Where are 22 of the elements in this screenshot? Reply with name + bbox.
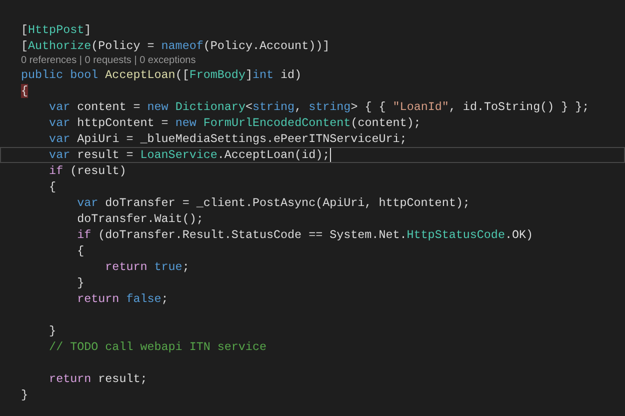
code-line: if (result) — [48, 163, 126, 179]
code-line: doTransfer.Wait(); — [76, 211, 204, 227]
code-line: [HttpPost] — [21, 22, 92, 38]
code-line: { — [48, 179, 56, 195]
code-line: var result = LoanService.AcceptLoan(id); — [48, 147, 330, 163]
code-line: return false; — [76, 291, 168, 307]
code-line: { — [76, 243, 84, 259]
code-line: var content = new Dictionary<string, string> { { "LoanId", id.ToString() } }; — [48, 99, 590, 115]
code-line: } — [48, 323, 56, 339]
code-line: var doTransfer = _client.PostAsync(ApiUri, httpContent); — [76, 195, 470, 211]
code-line: return result; — [48, 371, 148, 387]
code-line: var ApiUri = _blueMediaSettings.ePeerITNServiceUri; — [48, 131, 407, 147]
code-line: // TODO call webapi ITN service — [48, 339, 266, 355]
code-line: public bool AcceptLoan([FromBody]int id) — [21, 67, 302, 83]
code-line: return true; — [104, 259, 190, 275]
code-line: var httpContent = new FormUrlEncodedContent(content); — [48, 115, 421, 131]
code-line: if (doTransfer.Result.StatusCode == System.Net.HttpStatusCode.OK) — [76, 227, 534, 243]
codelens-info: 0 references | 0 requests | 0 exceptions — [21, 54, 196, 67]
text-cursor — [330, 148, 331, 162]
code-line: [Authorize(Policy = nameof(Policy.Account))] — [21, 38, 330, 54]
code-line: } — [21, 387, 28, 403]
code-line: } — [76, 275, 84, 291]
